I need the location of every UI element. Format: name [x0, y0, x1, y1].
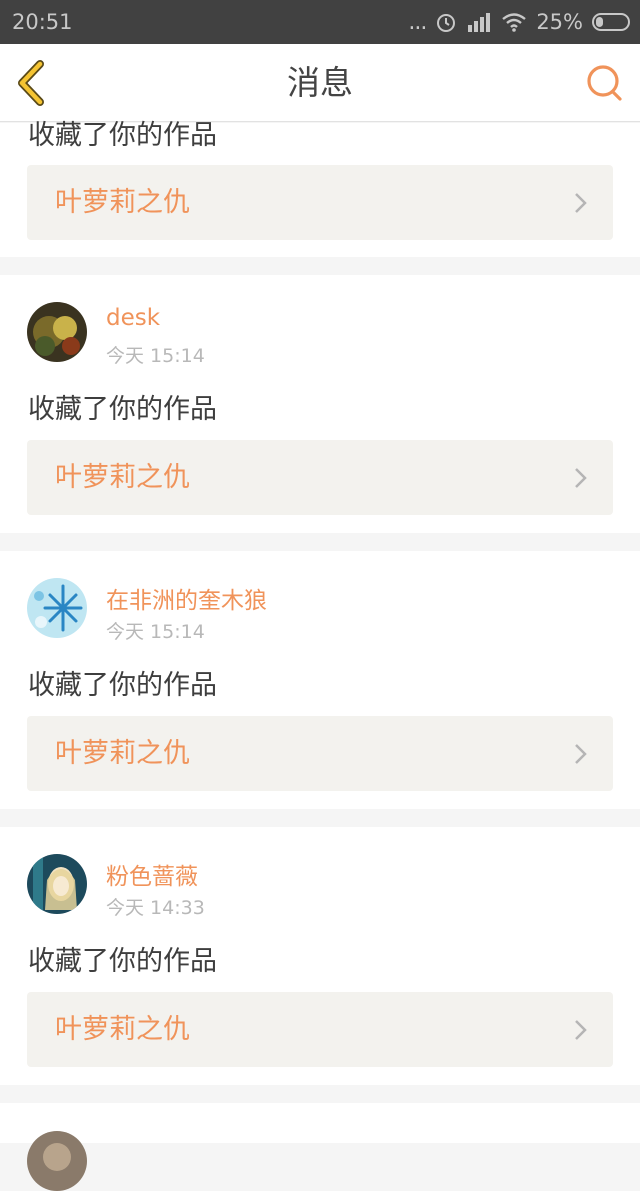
notification-action: 收藏了你的作品 — [28, 394, 217, 425]
message-list: 收藏了你的作品 叶萝莉之仇 desk 今天 15:14 收藏了你的作品 叶萝莉之… — [0, 120, 640, 1191]
status-bar: 20:51 ... 25% — [0, 0, 640, 44]
battery-percent: 25% — [536, 10, 583, 34]
timestamp: 今天 14:33 — [106, 897, 205, 919]
notification-card: 粉色蔷薇 今天 14:33 收藏了你的作品 叶萝莉之仇 — [0, 827, 640, 1085]
work-title: 叶萝莉之仇 — [55, 1014, 190, 1045]
notification-card — [0, 1103, 640, 1191]
chevron-right-icon — [575, 468, 587, 488]
chevron-right-icon — [575, 1020, 587, 1040]
signal-icon — [468, 13, 491, 32]
work-link[interactable]: 叶萝莉之仇 — [27, 992, 613, 1067]
status-icons: ... 25% — [408, 10, 630, 35]
work-title: 叶萝莉之仇 — [55, 187, 190, 218]
avatar[interactable] — [27, 578, 87, 638]
work-link[interactable]: 叶萝莉之仇 — [27, 165, 613, 240]
avatar[interactable] — [27, 854, 87, 914]
notification-action: 收藏了你的作品 — [28, 946, 217, 977]
notification-action: 收藏了你的作品 — [28, 120, 217, 151]
page-title: 消息 — [287, 63, 353, 102]
notification-card: 收藏了你的作品 叶萝莉之仇 — [0, 120, 640, 257]
username[interactable]: 在非洲的奎木狼 — [106, 581, 267, 615]
chevron-right-icon — [575, 193, 587, 213]
nav-bar: 消息 — [0, 44, 640, 122]
work-title: 叶萝莉之仇 — [55, 462, 190, 493]
avatar[interactable] — [27, 1131, 87, 1191]
status-dots: ... — [408, 9, 427, 35]
notification-card: 在非洲的奎木狼 今天 15:14 收藏了你的作品 叶萝莉之仇 — [0, 551, 640, 809]
notification-action: 收藏了你的作品 — [28, 670, 217, 701]
timestamp: 今天 15:14 — [106, 345, 205, 367]
status-time: 20:51 — [12, 10, 73, 34]
timestamp: 今天 15:14 — [106, 621, 205, 643]
battery-icon — [592, 13, 630, 31]
username[interactable]: 粉色蔷薇 — [106, 857, 198, 891]
notification-card: desk 今天 15:14 收藏了你的作品 叶萝莉之仇 — [0, 275, 640, 533]
alarm-icon — [437, 14, 456, 32]
wifi-icon — [502, 13, 527, 32]
work-link[interactable]: 叶萝莉之仇 — [27, 716, 613, 791]
username[interactable]: desk — [106, 305, 160, 331]
avatar[interactable] — [27, 302, 87, 362]
search-icon[interactable] — [584, 62, 626, 104]
work-title: 叶萝莉之仇 — [55, 738, 190, 769]
work-link[interactable]: 叶萝莉之仇 — [27, 440, 613, 515]
chevron-right-icon — [575, 744, 587, 764]
